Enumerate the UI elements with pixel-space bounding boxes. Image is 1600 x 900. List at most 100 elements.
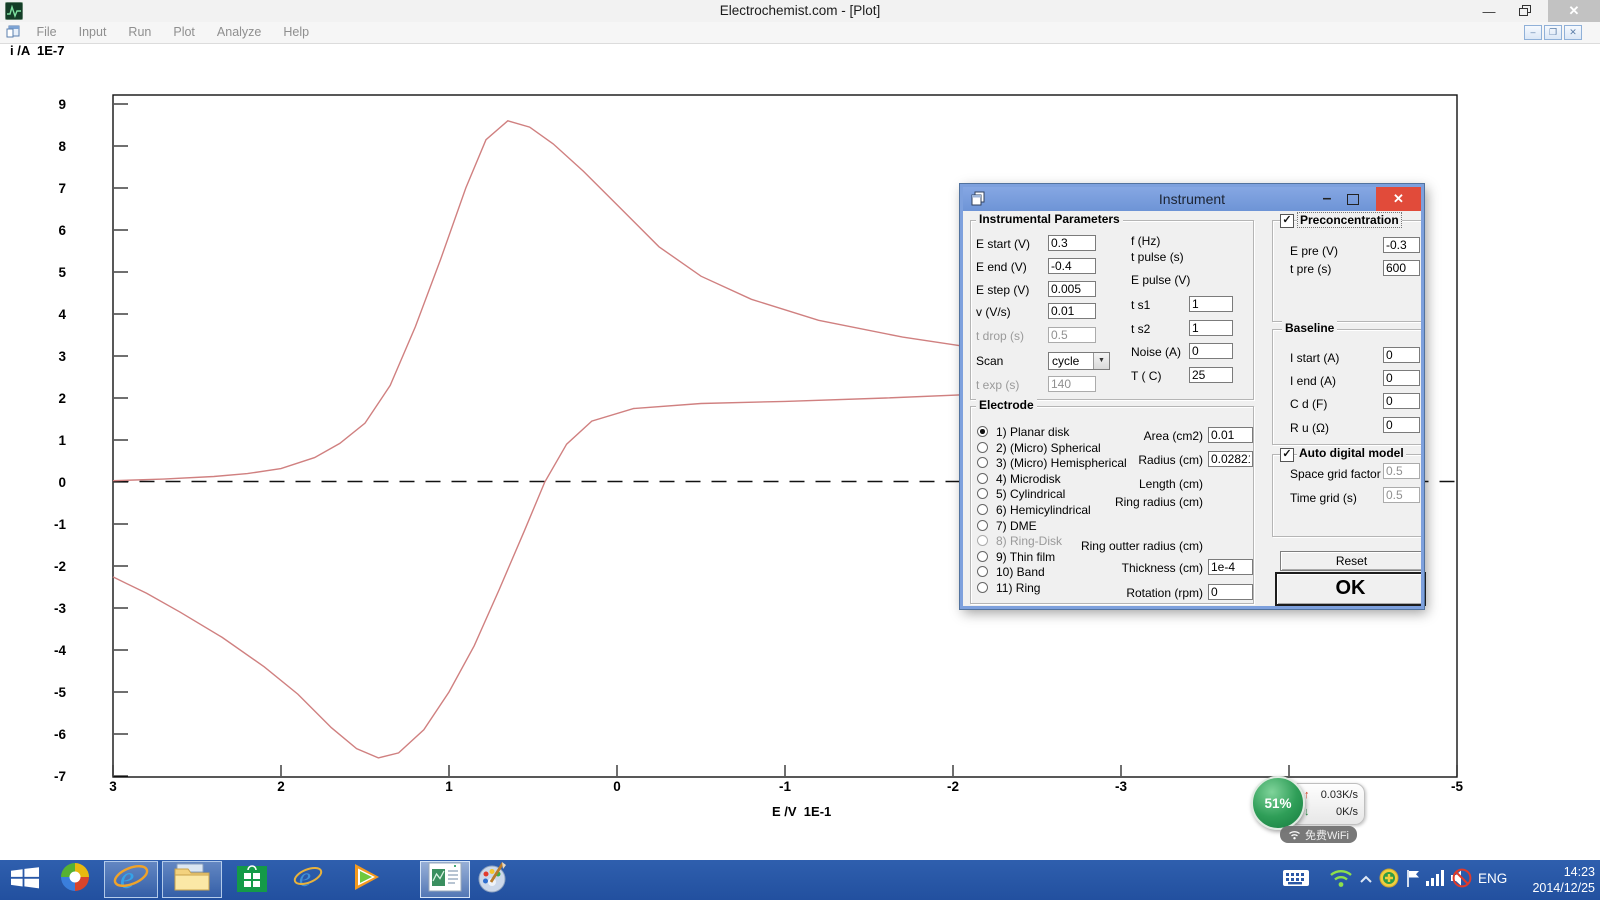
- electrode-radio-6-hemicylindrical[interactable]: [977, 504, 988, 515]
- tray-antivirus[interactable]: [1378, 868, 1400, 892]
- field-e-step-v-input[interactable]: [1048, 281, 1096, 297]
- field-v-v-s-input[interactable]: [1048, 303, 1096, 319]
- label-area-cm2: Area (cm2): [1055, 429, 1203, 443]
- svg-text:e: e: [120, 859, 134, 895]
- free-wifi-tooltip: 免费WiFi: [1280, 826, 1357, 843]
- mdi-close-button[interactable]: ✕: [1564, 25, 1582, 40]
- language-indicator[interactable]: ENG: [1478, 871, 1507, 886]
- taskbar-media-player[interactable]: [344, 861, 388, 898]
- x-tick-label: -3: [1115, 779, 1127, 794]
- dialog-maximize-button[interactable]: [1341, 187, 1365, 211]
- taskbar-electrochemist-app[interactable]: [420, 861, 470, 898]
- electrode-option-9-thin-film: 9) Thin film: [996, 550, 1055, 564]
- taskbar-file-explorer[interactable]: [162, 861, 222, 898]
- electrode-option-10-band: 10) Band: [996, 565, 1045, 579]
- optimization-ball[interactable]: 51%: [1251, 776, 1305, 830]
- y-tick-label: 1: [58, 433, 66, 448]
- label-e-pulse-v: E pulse (V): [1131, 273, 1190, 287]
- store-icon: [236, 861, 268, 898]
- field-e-end-v-input[interactable]: [1048, 258, 1096, 274]
- menu-item-help[interactable]: Help: [272, 22, 320, 39]
- field-t-pre-s-input[interactable]: [1383, 260, 1420, 276]
- mdi-restore-button[interactable]: ❐: [1544, 25, 1562, 40]
- taskbar-internet-explorer[interactable]: e: [104, 861, 158, 898]
- field-c-d-f-input[interactable]: [1383, 393, 1420, 409]
- field-t-c-input[interactable]: [1189, 367, 1233, 383]
- electrode-radio-9-thin-film[interactable]: [977, 551, 988, 562]
- reset-button[interactable]: Reset: [1280, 551, 1423, 571]
- label-t-drop-s: t drop (s): [976, 329, 1024, 343]
- field-radius-cm-input[interactable]: [1208, 451, 1253, 467]
- ok-button[interactable]: OK: [1275, 572, 1426, 606]
- electrode-radio-7-dme[interactable]: [977, 520, 988, 531]
- preconcentration-label: Preconcentration: [1297, 212, 1402, 228]
- electrode-option-4-microdisk: 4) Microdisk: [996, 472, 1061, 486]
- taskbar-internet-explorer-alt[interactable]: e: [286, 861, 330, 898]
- electrode-radio-4-microdisk[interactable]: [977, 473, 988, 484]
- electrode-radio-11-ring[interactable]: [977, 582, 988, 593]
- taskbar-clock[interactable]: 14:23 2014/12/25: [1505, 864, 1595, 896]
- tray-touch-keyboard[interactable]: [1280, 868, 1312, 892]
- electrode-option-8-ring-disk: 8) Ring-Disk: [996, 534, 1062, 548]
- taskbar-paint[interactable]: [468, 861, 518, 898]
- y-tick-label: -4: [54, 643, 66, 658]
- mdi-minimize-button[interactable]: –: [1524, 25, 1542, 40]
- dialog-close-button[interactable]: ✕: [1376, 187, 1421, 211]
- preconcentration-checkbox[interactable]: ✓: [1280, 214, 1294, 228]
- network-speed-widget[interactable]: ↑ 0.03K/s ↓ 0K/s 51%: [1251, 776, 1367, 830]
- scan-select[interactable]: cycle▼: [1048, 352, 1110, 370]
- electrode-radio-2-micro-spherical[interactable]: [977, 442, 988, 453]
- auto-digital-model-checkbox[interactable]: ✓: [1280, 448, 1294, 462]
- label-t-exp-s: t exp (s): [976, 378, 1019, 392]
- field-t-s1-input[interactable]: [1189, 296, 1233, 312]
- window-restore-button[interactable]: [1510, 0, 1540, 22]
- field-thickness-cm-input[interactable]: [1208, 559, 1253, 575]
- instrument-dialog: Instrument – ✕ Instrumental Parameters E …: [960, 184, 1424, 609]
- label-t-pulse-s: t pulse (s): [1131, 250, 1184, 264]
- taskbar-browser-360[interactable]: [56, 861, 94, 898]
- tray-wifi[interactable]: [1328, 868, 1354, 892]
- label-ring-radius-cm: Ring radius (cm): [1055, 495, 1203, 509]
- field-r-u-input[interactable]: [1383, 417, 1420, 433]
- field-e-start-v-input[interactable]: [1048, 235, 1096, 251]
- menu-item-plot[interactable]: Plot: [162, 22, 206, 39]
- window-minimize-button[interactable]: —: [1474, 0, 1504, 22]
- field-area-cm2-input[interactable]: [1208, 427, 1253, 443]
- menu-item-file[interactable]: File: [25, 22, 67, 39]
- x-axis-title: E /V 1E-1: [772, 804, 831, 819]
- windows-logo-icon: [10, 863, 40, 896]
- menu-item-analyze[interactable]: Analyze: [206, 22, 272, 39]
- auto-digital-model-label: Auto digital model: [1297, 446, 1406, 460]
- menu-item-run[interactable]: Run: [117, 22, 162, 39]
- chevron-down-icon[interactable]: ▼: [1093, 353, 1109, 369]
- field-rotation-rpm-input[interactable]: [1208, 584, 1253, 600]
- field-i-start-a-input[interactable]: [1383, 347, 1420, 363]
- tray-action-center[interactable]: [1404, 868, 1422, 892]
- y-tick-label: 6: [58, 223, 66, 238]
- tray-volume-muted[interactable]: [1448, 868, 1474, 892]
- tray-signal[interactable]: [1424, 868, 1446, 892]
- menu-item-input[interactable]: Input: [68, 22, 118, 39]
- taskbar-windows-store[interactable]: [232, 861, 272, 898]
- speaker-muted-icon: [1449, 868, 1473, 893]
- x-tick-label: -1: [779, 779, 791, 794]
- y-tick-label: -5: [54, 685, 66, 700]
- tray-show-hidden-icons[interactable]: [1358, 868, 1374, 892]
- field-t-s2-input[interactable]: [1189, 320, 1233, 336]
- window-title: Electrochemist.com - [Plot]: [0, 3, 1600, 18]
- field-t-exp-s-input: [1048, 376, 1096, 392]
- field-e-pre-v-input[interactable]: [1383, 237, 1420, 253]
- electrode-option-11-ring: 11) Ring: [996, 581, 1040, 595]
- dialog-minimize-button[interactable]: –: [1315, 187, 1339, 211]
- download-arrow-icon: ↓: [1304, 806, 1310, 818]
- dialog-titlebar[interactable]: Instrument – ✕: [963, 187, 1421, 211]
- window-close-button[interactable]: ✕: [1548, 0, 1600, 22]
- field-noise-a-input[interactable]: [1189, 343, 1233, 359]
- group-label-instrumental-parameters: Instrumental Parameters: [976, 212, 1123, 226]
- taskbar-start-button[interactable]: [8, 861, 42, 898]
- field-space-grid-factor-input: [1383, 463, 1420, 479]
- signal-bars-icon: [1425, 869, 1445, 892]
- label-t-s1: t s1: [1131, 298, 1150, 312]
- field-i-end-a-input[interactable]: [1383, 370, 1420, 386]
- electrode-radio-1-planar-disk[interactable]: [977, 426, 988, 437]
